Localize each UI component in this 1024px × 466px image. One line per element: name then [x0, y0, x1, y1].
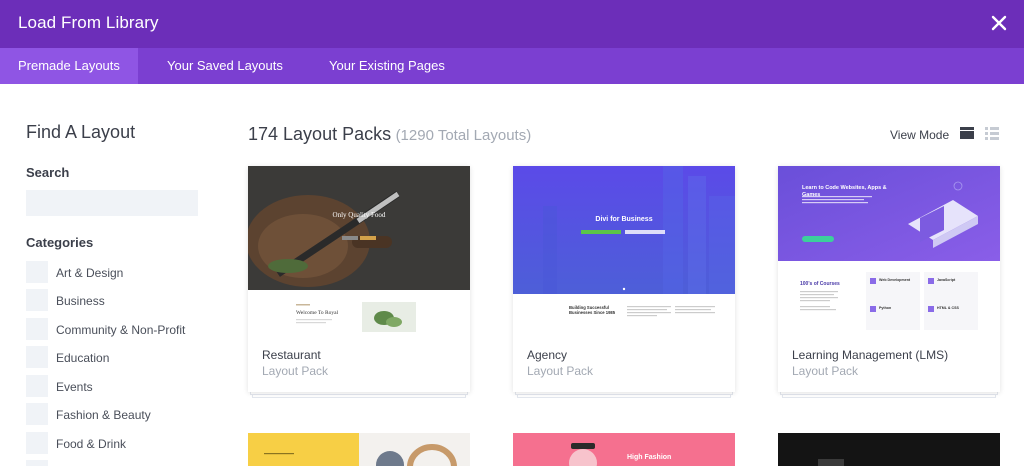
layout-thumbnail: Divi for Business Building Successful Bu… — [513, 166, 735, 332]
thumbnail-section-text: 100's of Courses — [800, 281, 840, 287]
layout-pack-card-row2-3[interactable] — [778, 433, 1000, 466]
tab-your-existing-pages[interactable]: Your Existing Pages — [311, 48, 463, 84]
search-label: Search — [26, 165, 70, 180]
layout-pack-card-row2-2[interactable]: High Fashion — [513, 433, 735, 466]
category-label: Events — [56, 380, 93, 394]
category-events[interactable]: Events — [26, 375, 206, 397]
card-face: Learn to Code Websites, Apps & Games 100… — [778, 166, 1000, 392]
category-checkbox[interactable] — [26, 289, 48, 311]
layout-thumbnail: Only Quality Food Welcome To Royal — [248, 166, 470, 332]
category-checkbox[interactable] — [26, 460, 48, 466]
category-checkbox[interactable] — [26, 432, 48, 454]
sidebar-title: Find A Layout — [26, 122, 136, 142]
layout-pack-card-row2-1[interactable] — [248, 433, 470, 466]
layout-thumbnail: Learn to Code Websites, Apps & Games 100… — [778, 166, 1000, 332]
list-view-icon — [985, 127, 999, 140]
thumbnail-feature-text: Web Development — [879, 278, 911, 282]
tab-premade-layouts[interactable]: Premade Layouts — [0, 48, 138, 84]
search-input[interactable] — [26, 190, 198, 216]
category-education[interactable]: Education — [26, 346, 206, 368]
layout-pack-name: Restaurant — [262, 348, 321, 362]
categories-label: Categories — [26, 235, 94, 250]
tab-bar: Premade Layouts Your Saved Layouts Your … — [0, 48, 1024, 84]
thumbnail-hero-text: Divi for Business — [595, 216, 653, 223]
layout-pack-count: 174 Layout Packs — [248, 124, 392, 144]
total-layouts-count: (1290 Total Layouts) — [395, 127, 532, 144]
load-from-library-modal: Load From Library Premade Layouts Your S… — [0, 0, 1024, 466]
layout-pack-card-agency[interactable]: Divi for Business Building Successful Bu… — [513, 166, 735, 398]
thumbnail-feature-text: Python — [879, 306, 892, 310]
thumbnail-feature-text: HTML & CSS — [937, 306, 959, 310]
close-button[interactable] — [986, 10, 1012, 36]
category-checkbox[interactable] — [26, 318, 48, 340]
category-next[interactable] — [26, 460, 206, 466]
restaurant-thumbnail-image — [248, 166, 470, 332]
category-fashion-beauty[interactable]: Fashion & Beauty — [26, 403, 206, 425]
category-label: Art & Design — [56, 266, 124, 280]
thumbnail-hero-text: Learn to Code Websites, Apps & Games — [802, 185, 887, 198]
thumbnail-section-text: Welcome To Royal — [296, 310, 339, 316]
layout-count-heading: 174 Layout Packs (1290 Total Layouts) — [248, 124, 531, 145]
grid-view-button[interactable] — [960, 126, 974, 140]
category-community-non-profit[interactable]: Community & Non-Profit — [26, 318, 206, 340]
layout-thumbnail-image — [513, 433, 735, 466]
layout-thumbnail-image — [778, 433, 1000, 466]
category-checkbox[interactable] — [26, 261, 48, 283]
category-checkbox[interactable] — [26, 403, 48, 425]
layout-pack-subtitle: Layout Pack — [262, 364, 329, 378]
thumbnail-hero-text: Only Quality Food — [332, 211, 386, 219]
layout-pack-card-restaurant[interactable]: Only Quality Food Welcome To Royal Resta… — [248, 166, 470, 398]
category-business[interactable]: Business — [26, 289, 206, 311]
category-food-drink[interactable]: Food & Drink — [26, 432, 206, 454]
agency-thumbnail-image — [513, 166, 735, 332]
category-label: Business — [56, 294, 105, 308]
category-label: Food & Drink — [56, 437, 127, 451]
category-checkbox[interactable] — [26, 346, 48, 368]
category-checkbox[interactable] — [26, 375, 48, 397]
category-label: Education — [56, 351, 110, 365]
category-label: Community & Non-Profit — [56, 323, 186, 337]
layout-pack-card-lms[interactable]: Learn to Code Websites, Apps & Games 100… — [778, 166, 1000, 398]
layout-pack-name: Learning Management (LMS) — [792, 348, 949, 362]
filter-sidebar: Find A Layout Search Categories Art & De… — [26, 84, 206, 466]
category-label: Fashion & Beauty — [56, 408, 151, 422]
layout-pack-subtitle: Layout Pack — [527, 364, 594, 378]
thumbnail-section-text: Building Successful Businesses Since 198… — [569, 305, 616, 315]
view-mode-label: View Mode — [890, 128, 950, 142]
modal-header: Load From Library — [0, 0, 1024, 48]
category-art-design[interactable]: Art & Design — [26, 261, 206, 283]
layout-pack-name: Agency — [527, 348, 568, 362]
thumbnail-hero-text: High Fashion — [627, 454, 672, 461]
list-view-button[interactable] — [985, 126, 999, 140]
thumbnail-feature-text: JavaScript — [937, 278, 956, 282]
layout-thumbnail-image — [248, 433, 470, 466]
card-face: Only Quality Food Welcome To Royal Resta… — [248, 166, 470, 392]
layout-pack-subtitle: Layout Pack — [792, 364, 859, 378]
grid-view-icon — [960, 127, 974, 139]
modal-title: Load From Library — [18, 13, 159, 32]
close-icon — [991, 15, 1007, 31]
card-face: Divi for Business Building Successful Bu… — [513, 166, 735, 392]
tab-your-saved-layouts[interactable]: Your Saved Layouts — [149, 48, 301, 84]
